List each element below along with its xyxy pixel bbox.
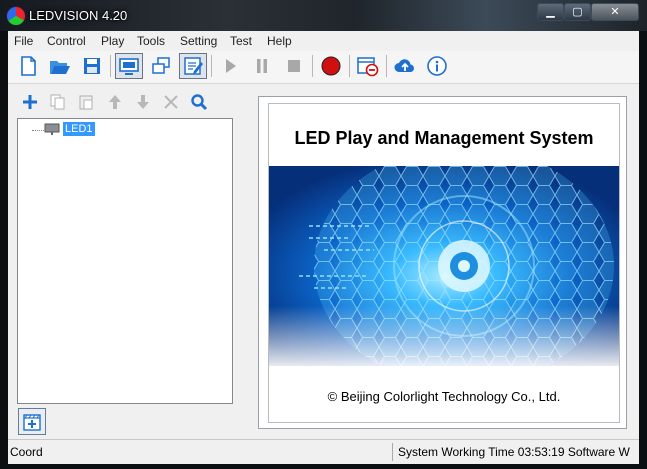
title-bar[interactable]: LEDVISION 4.20 ▁ ▢ ✕: [0, 0, 647, 31]
working-time-status: System Working Time 03:53:19 Software W: [398, 445, 630, 459]
screen-mode-icon[interactable]: [115, 53, 143, 79]
ledvision-window: LEDVISION 4.20 ▁ ▢ ✕ File Control Play T…: [0, 0, 647, 469]
minimize-button[interactable]: ▁: [537, 3, 564, 21]
tree-item-led1[interactable]: LED1: [63, 122, 95, 136]
schedule-remove-icon[interactable]: [354, 53, 382, 79]
search-icon[interactable]: [190, 93, 210, 113]
play-icon[interactable]: [216, 53, 244, 79]
toolbar-separator: [312, 55, 313, 77]
multi-screen-icon[interactable]: [147, 53, 175, 79]
menu-control[interactable]: Control: [47, 34, 86, 48]
client-area: File Control Play Tools Setting Test Hel…: [8, 31, 639, 464]
toolbar-separator: [349, 55, 350, 77]
splash-panel: LED Play and Management System © Beijing…: [258, 96, 627, 429]
menu-help[interactable]: Help: [267, 34, 292, 48]
menu-setting[interactable]: Setting: [180, 34, 217, 48]
toolbar-separator: [211, 55, 212, 77]
status-divider: [392, 443, 393, 461]
move-down-icon[interactable]: [134, 93, 154, 113]
maximize-button[interactable]: ▢: [564, 3, 591, 21]
delete-icon[interactable]: [162, 93, 182, 113]
menu-file[interactable]: File: [14, 34, 33, 48]
window-title: LEDVISION 4.20: [29, 8, 128, 23]
menu-play[interactable]: Play: [101, 34, 124, 48]
menu-bar: File Control Play Tools Setting Test Hel…: [8, 31, 639, 50]
open-folder-icon[interactable]: [46, 53, 74, 79]
save-icon[interactable]: [78, 53, 106, 79]
toolbar-separator: [110, 55, 111, 77]
app-logo-icon: [6, 6, 26, 26]
splash-artwork: [269, 146, 619, 386]
cloud-upload-icon[interactable]: [391, 53, 419, 79]
move-up-icon[interactable]: [106, 93, 126, 113]
paste-icon[interactable]: [77, 93, 97, 113]
splash-title: LED Play and Management System: [294, 128, 594, 148]
toolbar-separator: [386, 55, 387, 77]
menu-tools[interactable]: Tools: [137, 34, 165, 48]
coord-status: Coord: [10, 445, 43, 459]
menu-test[interactable]: Test: [230, 34, 252, 48]
status-bar: Coord System Working Time 03:53:19 Softw…: [8, 439, 639, 464]
copy-icon[interactable]: [49, 93, 69, 113]
stop-icon[interactable]: [280, 53, 308, 79]
splash-card: LED Play and Management System © Beijing…: [268, 103, 620, 423]
screen-tree[interactable]: LED1: [17, 118, 233, 404]
led-screen-icon: [44, 123, 60, 136]
splash-copyright: © Beijing Colorlight Technology Co., Ltd…: [327, 389, 561, 404]
add-icon[interactable]: [21, 93, 41, 113]
main-toolbar: [8, 51, 639, 84]
new-file-icon[interactable]: [14, 53, 42, 79]
info-icon[interactable]: [423, 53, 451, 79]
record-icon[interactable]: [317, 53, 345, 79]
add-program-button[interactable]: [18, 408, 46, 435]
pause-icon[interactable]: [248, 53, 276, 79]
edit-program-icon[interactable]: [179, 53, 207, 79]
close-button[interactable]: ✕: [591, 3, 639, 21]
